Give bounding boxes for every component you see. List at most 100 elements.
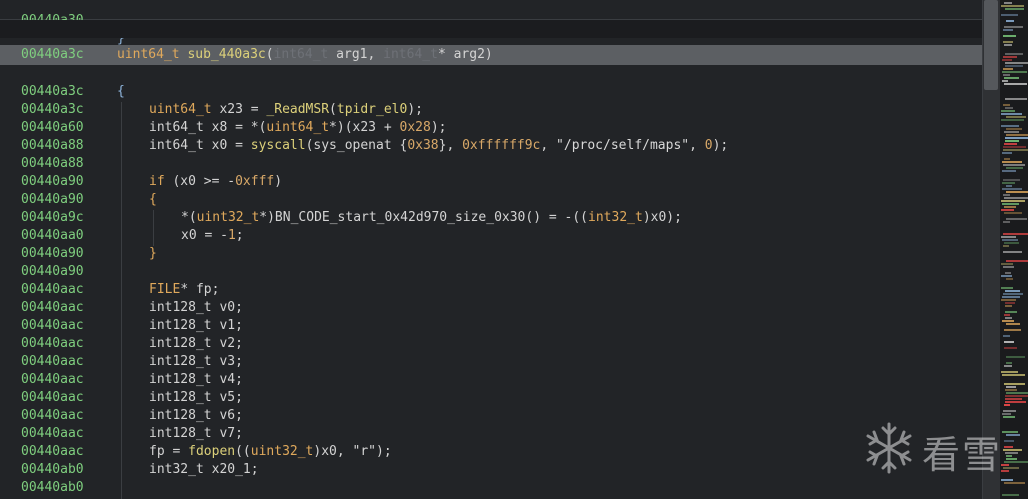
- code-line[interactable]: 00440aa0 x0 = -1;: [0, 227, 982, 245]
- code-line[interactable]: 00440a9c *(uint32_t*)BN_CODE_start_0x42d9…: [0, 209, 982, 227]
- line-code[interactable]: int128_t v0;: [149, 299, 243, 317]
- code-token[interactable]: 1: [228, 228, 236, 243]
- line-code[interactable]: int64_t x0 = syscall(sys_openat {0x38}, …: [149, 137, 728, 155]
- code-token[interactable]: v5;: [212, 390, 243, 405]
- line-code[interactable]: int128_t v4;: [149, 371, 243, 389]
- return-type[interactable]: uint64_t: [117, 47, 180, 62]
- function-header-row[interactable]: 00440a3c uint64_t sub_440a3c(int64_t arg…: [0, 45, 982, 65]
- code-token[interactable]: *)(x23 +: [329, 120, 399, 135]
- code-token[interactable]: "/proc/self/maps": [556, 138, 689, 153]
- line-address[interactable]: 00440aac: [21, 335, 84, 353]
- code-line[interactable]: 00440aac int128_t v6;: [0, 407, 982, 425]
- code-token[interactable]: int128_t: [149, 372, 212, 387]
- line-address[interactable]: 00440ab0: [21, 461, 84, 479]
- code-token[interactable]: uint32_t: [251, 444, 314, 459]
- line-address[interactable]: 00440aac: [21, 389, 84, 407]
- code-token[interactable]: v0;: [212, 300, 243, 315]
- param2-type[interactable]: int64_t: [383, 47, 438, 62]
- scrollbar-thumb[interactable]: [984, 0, 998, 90]
- code-line[interactable]: 00440aac int128_t v3;: [0, 353, 982, 371]
- code-token[interactable]: 0xfff: [235, 174, 274, 189]
- code-token[interactable]: int128_t: [149, 300, 212, 315]
- code-token[interactable]: )x0,: [313, 444, 352, 459]
- code-token[interactable]: x23 =: [212, 102, 267, 117]
- line-address[interactable]: 00440a90: [21, 245, 84, 263]
- param1-name[interactable]: arg1,: [328, 47, 383, 62]
- line-address[interactable]: 00440a90: [21, 173, 84, 191]
- code-token[interactable]: 0: [705, 138, 713, 153]
- code-token[interactable]: int128_t: [149, 390, 212, 405]
- line-address[interactable]: 00440a3c: [21, 83, 84, 101]
- code-token[interactable]: tpidr_el0: [337, 102, 407, 117]
- line-address[interactable]: 00440a88: [21, 155, 84, 173]
- code-token[interactable]: x20_1;: [204, 462, 259, 477]
- line-code[interactable]: fp = fdopen((uint32_t)x0, "r");: [149, 443, 392, 461]
- code-token[interactable]: int32_t: [588, 210, 643, 225]
- line-code[interactable]: if (x0 >= -0xfff): [149, 173, 282, 191]
- line-code[interactable]: {: [149, 191, 157, 209]
- code-token[interactable]: );: [407, 102, 423, 117]
- line-address[interactable]: 00440aac: [21, 371, 84, 389]
- line-address[interactable]: 00440ab0: [21, 479, 84, 497]
- param2-name[interactable]: * arg2): [438, 47, 493, 62]
- code-token[interactable]: int128_t: [149, 426, 212, 441]
- code-token[interactable]: (sys_openat {: [306, 138, 408, 153]
- code-token[interactable]: if: [149, 174, 165, 189]
- code-token[interactable]: fdopen: [188, 444, 235, 459]
- function-signature[interactable]: uint64_t sub_440a3c(int64_t arg1, int64_…: [117, 45, 493, 65]
- code-token[interactable]: 0x38: [407, 138, 438, 153]
- code-line[interactable]: 00440a90}: [0, 245, 982, 263]
- code-line[interactable]: 00440a90: [0, 263, 982, 281]
- code-token[interactable]: int128_t: [149, 408, 212, 423]
- code-token[interactable]: (x0 >= -: [165, 174, 235, 189]
- header-address[interactable]: 00440a3c: [21, 45, 84, 65]
- code-line[interactable]: 00440a88: [0, 155, 982, 173]
- code-token[interactable]: 0xffffff9c: [462, 138, 540, 153]
- line-code[interactable]: int128_t v7;: [149, 425, 243, 443]
- line-address[interactable]: 00440aac: [21, 407, 84, 425]
- line-address[interactable]: 00440aa0: [21, 227, 84, 245]
- code-token[interactable]: v4;: [212, 372, 243, 387]
- line-code[interactable]: x0 = -1;: [181, 227, 244, 245]
- code-line[interactable]: 00440a60 int64_t x8 = *(uint64_t*)(x23 + …: [0, 119, 982, 137]
- code-line[interactable]: 00440a3c uint64_t x23 = _ReadMSR(tpidr_el…: [0, 101, 982, 119]
- code-line[interactable]: 00440aac fp = fdopen((uint32_t)x0, "r");: [0, 443, 982, 461]
- code-token[interactable]: ): [274, 174, 282, 189]
- line-address[interactable]: 00440a88: [21, 137, 84, 155]
- code-token[interactable]: "r": [353, 444, 376, 459]
- code-line[interactable]: 00440aac int128_t v2;: [0, 335, 982, 353]
- code-token[interactable]: },: [439, 138, 462, 153]
- line-address[interactable]: 00440a90: [21, 191, 84, 209]
- code-token[interactable]: {: [117, 84, 125, 99]
- code-token[interactable]: );: [376, 444, 392, 459]
- line-code[interactable]: {: [117, 83, 125, 101]
- code-line[interactable]: 00440a3c {: [0, 83, 982, 101]
- code-token[interactable]: (: [329, 102, 337, 117]
- code-token[interactable]: int64_t: [149, 138, 204, 153]
- code-token[interactable]: v1;: [212, 318, 243, 333]
- line-address[interactable]: 00440aac: [21, 425, 84, 443]
- line-code[interactable]: int128_t v1;: [149, 317, 243, 335]
- line-address[interactable]: 00440a9c: [21, 209, 84, 227]
- code-token[interactable]: x0 =: [204, 138, 251, 153]
- line-address[interactable]: 00440aac: [21, 353, 84, 371]
- line-code[interactable]: uint64_t x23 = _ReadMSR(tpidr_el0);: [149, 101, 423, 119]
- line-code[interactable]: int128_t v2;: [149, 335, 243, 353]
- code-token[interactable]: int64_t: [149, 120, 204, 135]
- code-line[interactable]: 00440a30 }: [0, 0, 982, 46]
- code-token[interactable]: int128_t: [149, 354, 212, 369]
- line-address[interactable]: 00440aac: [21, 443, 84, 461]
- line-code[interactable]: int128_t v6;: [149, 407, 243, 425]
- code-token[interactable]: ((: [235, 444, 251, 459]
- code-token[interactable]: ,: [540, 138, 556, 153]
- code-line[interactable]: 00440aac int128_t v4;: [0, 371, 982, 389]
- code-token[interactable]: x0 = -: [181, 228, 228, 243]
- code-token[interactable]: int32_t: [149, 462, 204, 477]
- code-token[interactable]: *(: [181, 210, 197, 225]
- line-address[interactable]: 00440a3c: [21, 101, 84, 119]
- line-address[interactable]: 00440aac: [21, 317, 84, 335]
- code-line[interactable]: 00440a90 if (x0 >= -0xfff): [0, 173, 982, 191]
- code-token[interactable]: uint64_t: [149, 102, 212, 117]
- line-code[interactable]: int128_t v5;: [149, 389, 243, 407]
- code-line[interactable]: 00440aac FILE* fp;: [0, 281, 982, 299]
